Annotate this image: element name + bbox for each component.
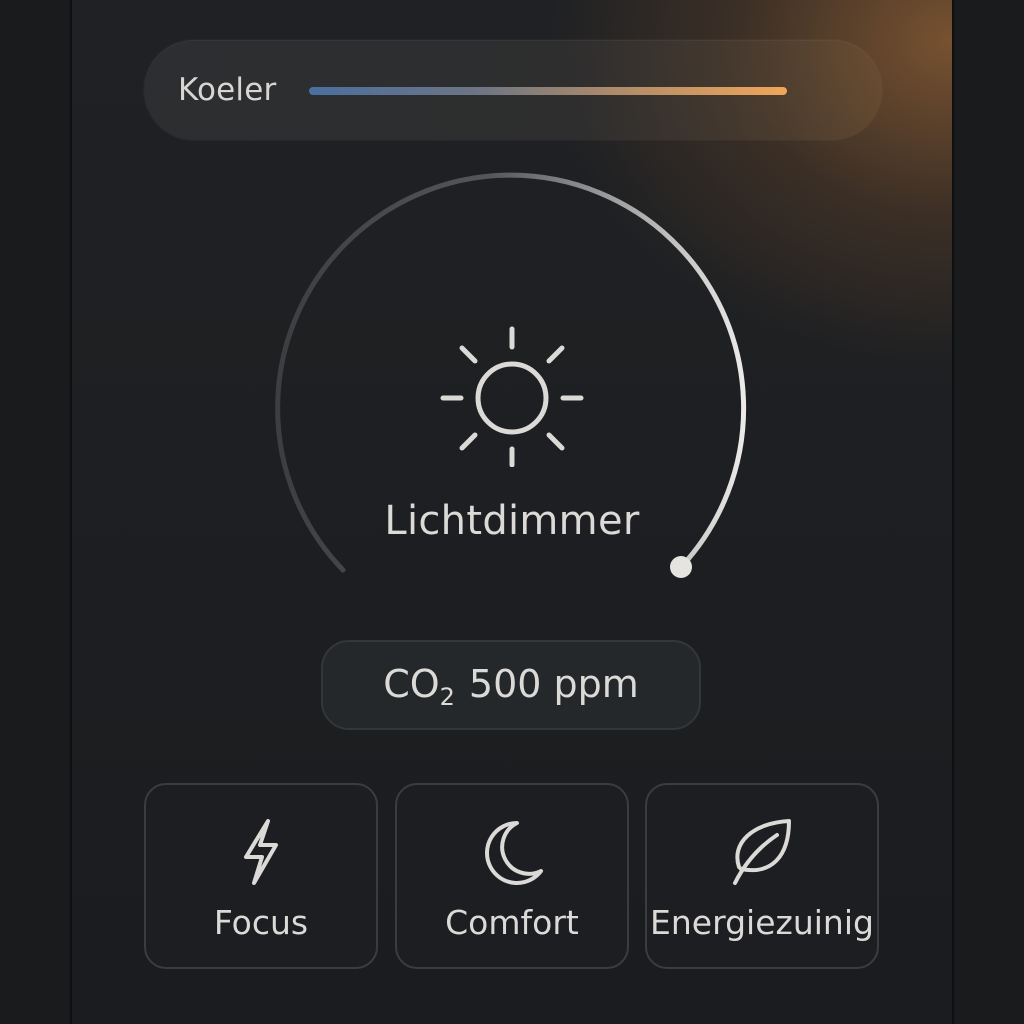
co2-text: CO2 500 ppm (321, 662, 701, 711)
focus-mode-button[interactable]: Focus (144, 783, 378, 969)
dial-handle[interactable] (670, 556, 692, 578)
comfort-mode-button[interactable]: Comfort (395, 783, 629, 969)
sun-icon (440, 326, 584, 467)
energy-saving-mode-button[interactable]: Energiezuinig (645, 783, 879, 969)
co2-prefix: CO (383, 662, 440, 706)
co2-value: 500 ppm (468, 662, 639, 706)
energy-saving-mode-label: Energiezuinig (650, 903, 874, 942)
lightning-icon (244, 819, 278, 885)
co2-subscript: 2 (439, 683, 455, 711)
dial-label: Lichtdimmer (384, 498, 640, 544)
screen: Koeler Lichtdimmer CO2 500 ppm Focus Com… (0, 0, 1024, 1024)
moon-icon (485, 821, 543, 885)
comfort-mode-label: Comfort (445, 903, 579, 942)
leaf-icon (733, 819, 791, 885)
focus-mode-label: Focus (213, 903, 309, 942)
